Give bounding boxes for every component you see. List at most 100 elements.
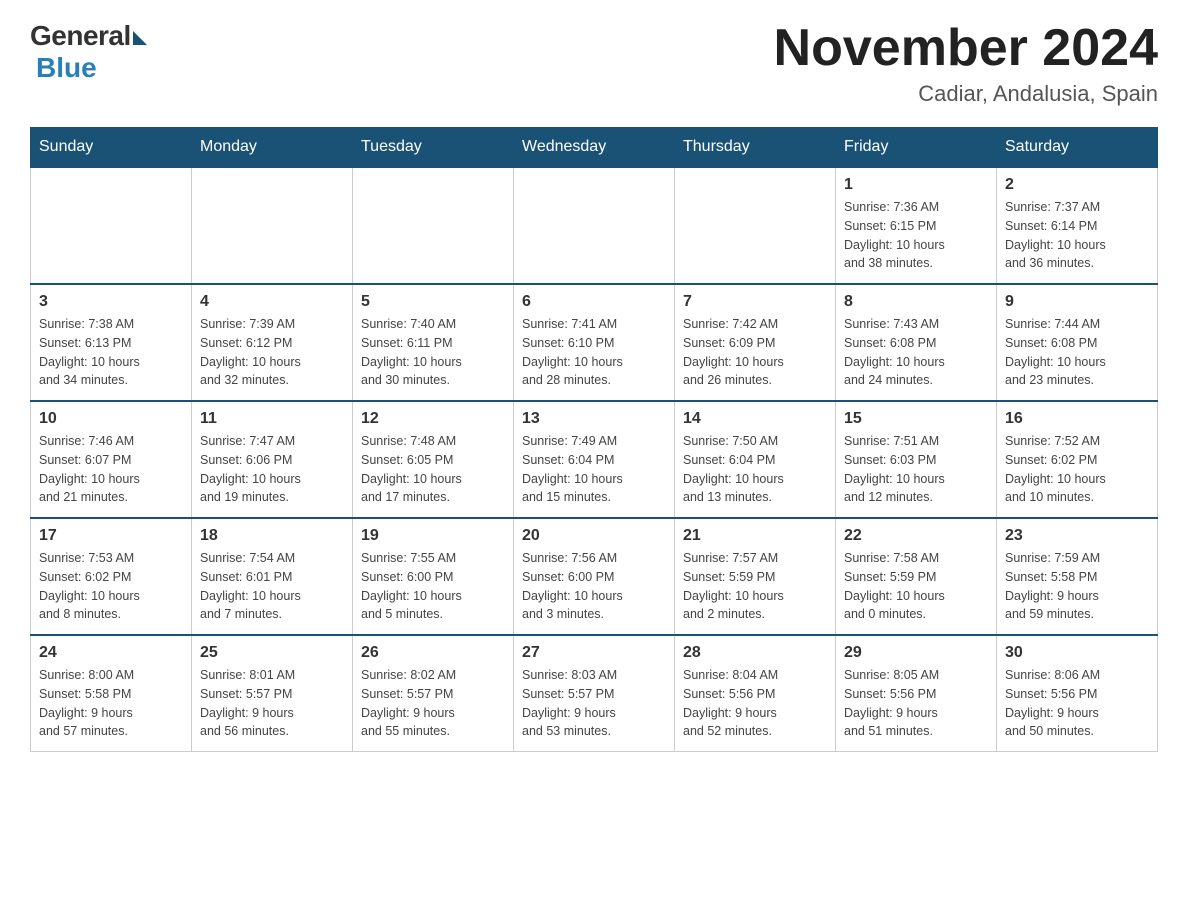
logo-blue-text: Blue xyxy=(36,52,97,84)
day-info: Sunrise: 7:47 AMSunset: 6:06 PMDaylight:… xyxy=(200,432,344,507)
day-number: 26 xyxy=(361,644,505,662)
calendar-day-cell: 5 Sunrise: 7:40 AMSunset: 6:11 PMDaylight… xyxy=(353,284,514,401)
day-number: 27 xyxy=(522,644,666,662)
weekday-header-wednesday: Wednesday xyxy=(514,128,675,168)
calendar-week-row: 3 Sunrise: 7:38 AMSunset: 6:13 PMDaylight… xyxy=(31,284,1158,401)
day-info: Sunrise: 8:00 AMSunset: 5:58 PMDaylight:… xyxy=(39,666,183,741)
weekday-header-sunday: Sunday xyxy=(31,128,192,168)
calendar-day-cell: 16Sunrise: 7:52 AMSunset: 6:02 PMDayligh… xyxy=(997,401,1158,518)
calendar-day-cell: 23 Sunrise: 7:59 AMSunset: 5:58 PMDayligh… xyxy=(997,518,1158,635)
logo: General Blue xyxy=(30,20,147,84)
day-info: Sunrise: 7:42 AMSunset: 6:09 PMDaylight:… xyxy=(683,315,827,390)
weekday-header-friday: Friday xyxy=(836,128,997,168)
calendar-day-cell: 27 Sunrise: 8:03 AMSunset: 5:57 PMDayligh… xyxy=(514,635,675,752)
day-info: Sunrise: 7:59 AMSunset: 5:58 PMDaylight:… xyxy=(1005,549,1149,624)
calendar-week-row: 24 Sunrise: 8:00 AMSunset: 5:58 PMDayligh… xyxy=(31,635,1158,752)
day-info: Sunrise: 7:41 AMSunset: 6:10 PMDaylight:… xyxy=(522,315,666,390)
calendar-day-cell: 12 Sunrise: 7:48 AMSunset: 6:05 PMDayligh… xyxy=(353,401,514,518)
day-number: 24 xyxy=(39,644,183,662)
day-info: Sunrise: 7:53 AMSunset: 6:02 PMDaylight:… xyxy=(39,549,183,624)
calendar-day-cell: 26 Sunrise: 8:02 AMSunset: 5:57 PMDayligh… xyxy=(353,635,514,752)
day-number: 29 xyxy=(844,644,988,662)
page-header: General Blue November 2024 Cadiar, Andal… xyxy=(30,20,1158,107)
calendar-title: November 2024 xyxy=(774,20,1158,77)
day-info: Sunrise: 8:04 AMSunset: 5:56 PMDaylight:… xyxy=(683,666,827,741)
calendar-day-cell: 17 Sunrise: 7:53 AMSunset: 6:02 PMDayligh… xyxy=(31,518,192,635)
day-info: Sunrise: 7:40 AMSunset: 6:11 PMDaylight:… xyxy=(361,315,505,390)
calendar-day-cell: 18 Sunrise: 7:54 AMSunset: 6:01 PMDayligh… xyxy=(192,518,353,635)
calendar-day-cell xyxy=(675,167,836,284)
day-number: 1 xyxy=(844,176,988,194)
calendar-day-cell: 30 Sunrise: 8:06 AMSunset: 5:56 PMDayligh… xyxy=(997,635,1158,752)
calendar-week-row: 17 Sunrise: 7:53 AMSunset: 6:02 PMDayligh… xyxy=(31,518,1158,635)
logo-general-text: General xyxy=(30,20,131,52)
day-number: 18 xyxy=(200,527,344,545)
day-number: 12 xyxy=(361,410,505,428)
day-info: Sunrise: 7:49 AMSunset: 6:04 PMDaylight:… xyxy=(522,432,666,507)
day-number: 4 xyxy=(200,293,344,311)
calendar-day-cell xyxy=(192,167,353,284)
calendar-day-cell xyxy=(353,167,514,284)
calendar-day-cell: 9 Sunrise: 7:44 AMSunset: 6:08 PMDaylight… xyxy=(997,284,1158,401)
day-number: 3 xyxy=(39,293,183,311)
calendar-day-cell: 10Sunrise: 7:46 AMSunset: 6:07 PMDayligh… xyxy=(31,401,192,518)
calendar-day-cell: 14Sunrise: 7:50 AMSunset: 6:04 PMDayligh… xyxy=(675,401,836,518)
day-info: Sunrise: 8:02 AMSunset: 5:57 PMDaylight:… xyxy=(361,666,505,741)
logo-arrow-icon xyxy=(133,31,147,45)
day-number: 30 xyxy=(1005,644,1149,662)
calendar-day-cell: 13 Sunrise: 7:49 AMSunset: 6:04 PMDayligh… xyxy=(514,401,675,518)
day-info: Sunrise: 7:43 AMSunset: 6:08 PMDaylight:… xyxy=(844,315,988,390)
day-info: Sunrise: 7:50 AMSunset: 6:04 PMDaylight:… xyxy=(683,432,827,507)
day-number: 5 xyxy=(361,293,505,311)
day-info: Sunrise: 7:39 AMSunset: 6:12 PMDaylight:… xyxy=(200,315,344,390)
calendar-day-cell: 2Sunrise: 7:37 AMSunset: 6:14 PMDaylight… xyxy=(997,167,1158,284)
weekday-header-tuesday: Tuesday xyxy=(353,128,514,168)
day-info: Sunrise: 7:48 AMSunset: 6:05 PMDaylight:… xyxy=(361,432,505,507)
day-info: Sunrise: 8:06 AMSunset: 5:56 PMDaylight:… xyxy=(1005,666,1149,741)
day-number: 2 xyxy=(1005,176,1149,194)
day-number: 22 xyxy=(844,527,988,545)
day-info: Sunrise: 8:05 AMSunset: 5:56 PMDaylight:… xyxy=(844,666,988,741)
calendar-day-cell: 3 Sunrise: 7:38 AMSunset: 6:13 PMDaylight… xyxy=(31,284,192,401)
weekday-header-thursday: Thursday xyxy=(675,128,836,168)
day-number: 21 xyxy=(683,527,827,545)
day-info: Sunrise: 7:56 AMSunset: 6:00 PMDaylight:… xyxy=(522,549,666,624)
day-number: 7 xyxy=(683,293,827,311)
calendar-day-cell: 11Sunrise: 7:47 AMSunset: 6:06 PMDayligh… xyxy=(192,401,353,518)
calendar-day-cell: 21 Sunrise: 7:57 AMSunset: 5:59 PMDayligh… xyxy=(675,518,836,635)
calendar-day-cell: 20 Sunrise: 7:56 AMSunset: 6:00 PMDayligh… xyxy=(514,518,675,635)
day-number: 25 xyxy=(200,644,344,662)
day-info: Sunrise: 7:44 AMSunset: 6:08 PMDaylight:… xyxy=(1005,315,1149,390)
calendar-day-cell: 8 Sunrise: 7:43 AMSunset: 6:08 PMDaylight… xyxy=(836,284,997,401)
day-info: Sunrise: 7:38 AMSunset: 6:13 PMDaylight:… xyxy=(39,315,183,390)
day-info: Sunrise: 8:03 AMSunset: 5:57 PMDaylight:… xyxy=(522,666,666,741)
calendar-table: SundayMondayTuesdayWednesdayThursdayFrid… xyxy=(30,127,1158,752)
day-info: Sunrise: 7:57 AMSunset: 5:59 PMDaylight:… xyxy=(683,549,827,624)
day-info: Sunrise: 8:01 AMSunset: 5:57 PMDaylight:… xyxy=(200,666,344,741)
calendar-week-row: 10Sunrise: 7:46 AMSunset: 6:07 PMDayligh… xyxy=(31,401,1158,518)
calendar-day-cell: 1 Sunrise: 7:36 AMSunset: 6:15 PMDaylight… xyxy=(836,167,997,284)
day-number: 17 xyxy=(39,527,183,545)
calendar-day-cell: 19 Sunrise: 7:55 AMSunset: 6:00 PMDayligh… xyxy=(353,518,514,635)
day-info: Sunrise: 7:58 AMSunset: 5:59 PMDaylight:… xyxy=(844,549,988,624)
calendar-week-row: 1 Sunrise: 7:36 AMSunset: 6:15 PMDaylight… xyxy=(31,167,1158,284)
day-number: 28 xyxy=(683,644,827,662)
calendar-subtitle: Cadiar, Andalusia, Spain xyxy=(774,81,1158,107)
day-number: 19 xyxy=(361,527,505,545)
day-info: Sunrise: 7:55 AMSunset: 6:00 PMDaylight:… xyxy=(361,549,505,624)
calendar-day-cell: 25 Sunrise: 8:01 AMSunset: 5:57 PMDayligh… xyxy=(192,635,353,752)
day-info: Sunrise: 7:36 AMSunset: 6:15 PMDaylight:… xyxy=(844,198,988,273)
day-number: 10 xyxy=(39,410,183,428)
day-info: Sunrise: 7:54 AMSunset: 6:01 PMDaylight:… xyxy=(200,549,344,624)
calendar-day-cell xyxy=(31,167,192,284)
title-block: November 2024 Cadiar, Andalusia, Spain xyxy=(774,20,1158,107)
calendar-day-cell: 24 Sunrise: 8:00 AMSunset: 5:58 PMDayligh… xyxy=(31,635,192,752)
day-number: 6 xyxy=(522,293,666,311)
day-number: 13 xyxy=(522,410,666,428)
day-number: 20 xyxy=(522,527,666,545)
day-number: 23 xyxy=(1005,527,1149,545)
calendar-day-cell: 22 Sunrise: 7:58 AMSunset: 5:59 PMDayligh… xyxy=(836,518,997,635)
day-number: 8 xyxy=(844,293,988,311)
day-number: 9 xyxy=(1005,293,1149,311)
calendar-day-cell: 28 Sunrise: 8:04 AMSunset: 5:56 PMDayligh… xyxy=(675,635,836,752)
